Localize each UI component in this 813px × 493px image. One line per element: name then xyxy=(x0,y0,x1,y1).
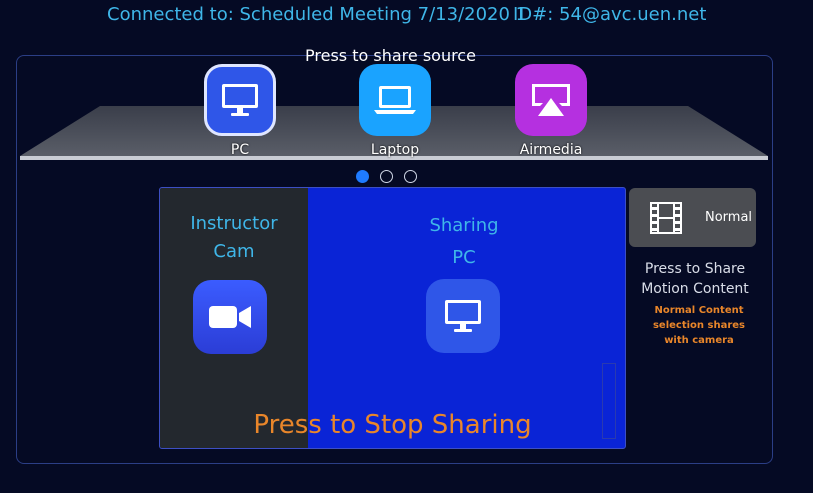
source-airmedia-button[interactable]: Airmedia xyxy=(514,64,588,158)
normal-content-button[interactable]: Normal xyxy=(629,188,756,247)
stop-sharing-button[interactable]: Instructor Cam Sharing PC Press to Stop … xyxy=(159,187,626,449)
note-line: selection shares xyxy=(652,320,746,331)
sharing-status-label: Sharing PC xyxy=(308,210,620,274)
stop-sharing-label: Press to Stop Sharing xyxy=(253,410,532,440)
shared-source-name: PC xyxy=(452,247,476,268)
source-laptop-button[interactable]: Laptop xyxy=(358,64,432,158)
motion-line: Motion Content xyxy=(641,281,749,297)
instructor-cam-panel[interactable]: Instructor Cam xyxy=(160,188,308,448)
laptop-icon xyxy=(359,64,431,136)
monitor-icon xyxy=(426,279,500,353)
instructor-cam-label: Instructor Cam xyxy=(160,210,308,266)
source-label: PC xyxy=(230,142,250,158)
normal-label: Normal xyxy=(705,210,753,225)
source-label: Laptop xyxy=(370,142,420,158)
connected-to-text: Connected to: Scheduled Meeting 7/13/202… xyxy=(107,4,528,25)
instructor-label-line: Instructor xyxy=(190,213,278,234)
sharing-label-line: Sharing xyxy=(429,215,499,236)
film-strip-icon xyxy=(650,202,682,234)
note-line: Normal Content xyxy=(654,305,744,316)
airplay-icon xyxy=(515,64,587,136)
page-dot-active[interactable] xyxy=(356,170,369,183)
motion-line: Press to Share xyxy=(644,261,746,277)
cam-label-line: Cam xyxy=(213,241,255,262)
monitor-icon xyxy=(204,64,276,136)
share-source-title: Press to share source xyxy=(305,46,476,65)
page-dot[interactable] xyxy=(404,170,417,183)
note-line: with camera xyxy=(664,335,734,346)
page-dot[interactable] xyxy=(380,170,393,183)
video-camera-icon xyxy=(193,280,267,354)
normal-content-note: Normal Content selection shares with cam… xyxy=(628,303,770,348)
meeting-id-text: ID#: 54@avc.uen.net xyxy=(513,4,707,25)
source-label: Airmedia xyxy=(519,142,583,158)
motion-content-text: Press to Share Motion Content xyxy=(628,259,762,299)
source-pc-button[interactable]: PC xyxy=(203,64,277,158)
